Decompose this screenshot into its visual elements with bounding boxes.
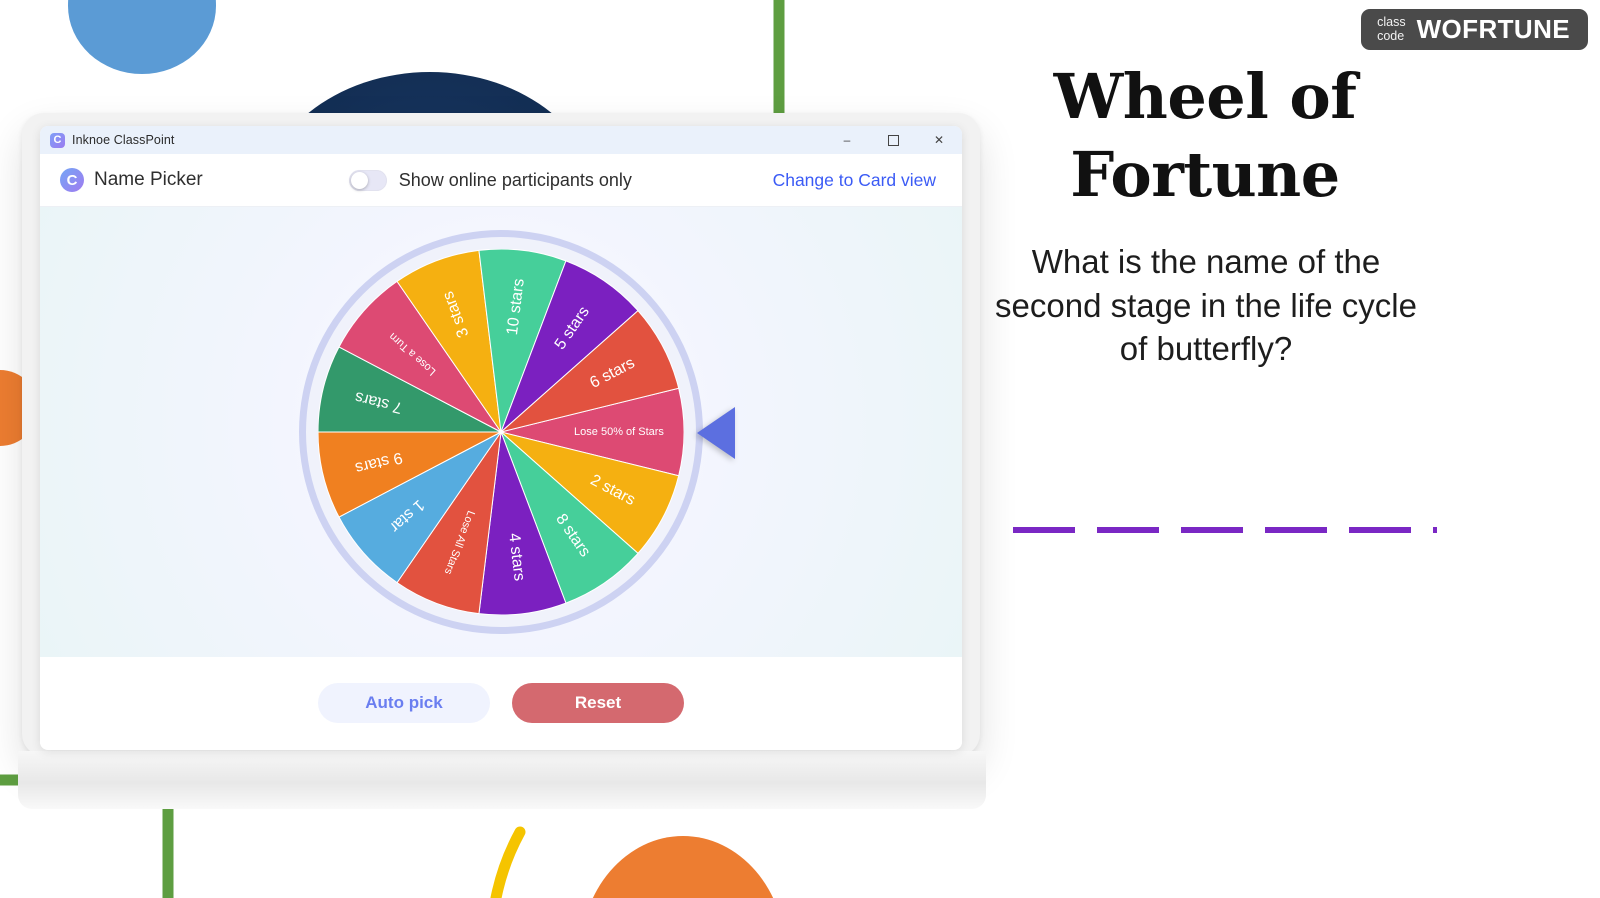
class-code-label-line2: code	[1377, 28, 1405, 43]
slide-question: What is the name of the second stage in …	[995, 243, 1417, 368]
classpoint-circle-logo-icon: C	[60, 168, 84, 192]
classpoint-logo-icon: C	[50, 132, 65, 148]
answer-dashed-line	[1013, 527, 1437, 533]
yellow-stroke-decoration-2	[490, 826, 526, 898]
classpoint-window: C Inknoe ClassPoint – ✕ C Name Picker Sh…	[40, 126, 962, 750]
show-online-participants-toggle[interactable]	[348, 169, 387, 191]
fortune-wheel[interactable]: Lose 50% of Stars 2 stars 8 stars 4 stars Lo…	[299, 230, 735, 634]
slide-title-line1: Wheel of	[1053, 60, 1357, 133]
wheel-segment-label: Lose 50% of Stars	[574, 426, 664, 438]
wheel-pointer-icon	[697, 407, 735, 459]
class-code-label: class code	[1377, 15, 1406, 43]
orange-dome-decoration-bottom	[580, 836, 786, 898]
slide-canvas: ✦ ✦ ✦ ✦ ✦ C Inknoe ClassPoint –	[0, 0, 1600, 898]
class-code-label-line1: class	[1377, 15, 1406, 29]
close-icon[interactable]: ✕	[916, 126, 962, 154]
minimize-icon[interactable]: –	[824, 126, 870, 154]
name-picker-title: Name Picker	[94, 169, 203, 190]
wheel-panel: Lose 50% of Stars 2 stars 8 stars 4 stars Lo…	[40, 207, 962, 657]
green-chevron-decoration	[773, 0, 785, 125]
slide-title-line2: Fortune	[1070, 138, 1340, 212]
window-titlebar: C Inknoe ClassPoint – ✕	[40, 126, 962, 154]
app-toolbar: C Name Picker Show online participants o…	[40, 154, 962, 207]
window-title: Inknoe ClassPoint	[72, 133, 175, 147]
reset-button[interactable]: Reset	[512, 683, 684, 723]
change-to-card-view-link[interactable]: Change to Card view	[773, 170, 936, 191]
online-participants-toggle-group[interactable]: Show online participants only	[348, 169, 632, 191]
class-code-badge: class code WOFRTUNE	[1361, 9, 1588, 50]
class-code-value: WOFRTUNE	[1416, 14, 1570, 44]
window-footer: Auto pick Reset	[40, 657, 962, 749]
blue-dome-decoration	[68, 0, 216, 74]
auto-pick-button[interactable]: Auto pick	[318, 683, 490, 723]
window-controls: – ✕	[824, 126, 962, 154]
maximize-icon[interactable]	[870, 126, 916, 154]
laptop-base	[18, 751, 986, 809]
toggle-label: Show online participants only	[398, 169, 632, 190]
wheel-segments[interactable]: Lose 50% of Stars2 stars8 stars4 starsLo…	[318, 249, 684, 615]
slide-title: Wheel of Fortune	[1010, 58, 1400, 214]
